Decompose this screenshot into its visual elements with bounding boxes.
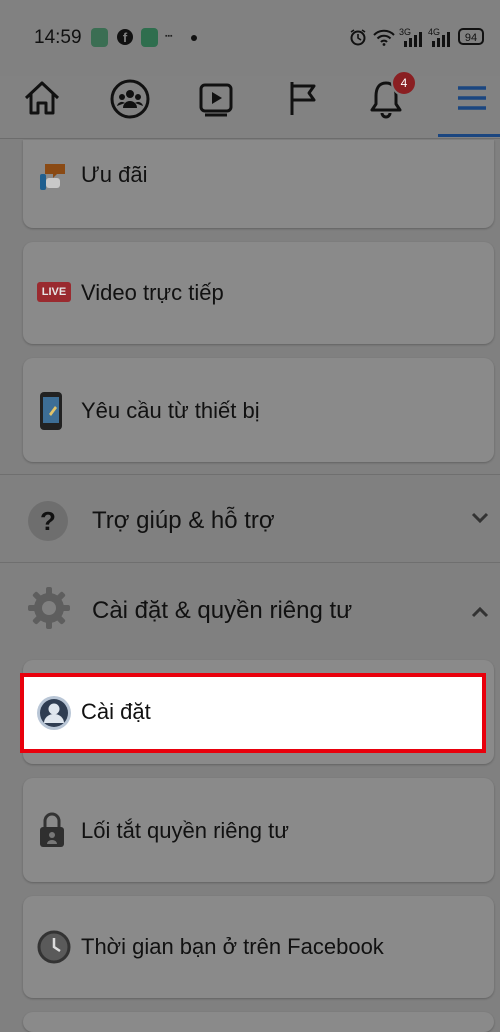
chevron-up-icon <box>470 605 490 624</box>
lock-icon <box>37 810 67 855</box>
nav-pages[interactable] <box>273 76 333 138</box>
nav-watch[interactable] <box>186 76 246 138</box>
nav-groups[interactable] <box>100 76 160 138</box>
next-item-partial <box>23 1012 494 1032</box>
profile-settings-icon <box>36 695 72 736</box>
alarm-icon <box>349 28 367 51</box>
signal-icon <box>403 31 423 52</box>
menu-item-offers[interactable]: Ưu đãi <box>23 140 494 228</box>
menu-item-device-requests[interactable]: Yêu cầu từ thiết bị <box>23 358 494 462</box>
battery-icon: 94 <box>458 28 484 45</box>
section-settings-privacy[interactable]: Cài đặt & quyền riêng tư <box>0 562 500 651</box>
pages-flag-icon <box>290 82 316 115</box>
signal-icon <box>431 31 451 52</box>
settings-item-label: Thời gian bạn ở trên Facebook <box>81 934 384 959</box>
settings-item-label: Cài đặt <box>81 699 151 724</box>
menu-item-label: Video trực tiếp <box>81 280 224 305</box>
app-icon <box>141 28 158 47</box>
status-bar: 14:59 f ▪▪▪ 3G 4G 94 <box>0 0 500 76</box>
menu-icon <box>458 86 486 110</box>
help-icon: ? <box>26 499 70 548</box>
settings-item-time-on-facebook[interactable]: Thời gian bạn ở trên Facebook <box>23 896 494 998</box>
notification-icon: ▪▪▪ <box>165 33 173 40</box>
groups-icon <box>110 79 150 119</box>
facebook-icon: f <box>117 29 133 45</box>
live-icon: LIVE <box>37 282 71 302</box>
device-request-icon <box>37 390 67 437</box>
chevron-down-icon <box>470 511 490 530</box>
clock-icon <box>37 930 71 969</box>
app-icon <box>91 28 108 47</box>
nav-home[interactable] <box>12 76 72 138</box>
status-time: 14:59 <box>34 27 82 48</box>
menu-item-label: Ưu đãi <box>81 162 148 187</box>
wifi-icon <box>373 29 395 51</box>
active-tab-indicator <box>438 134 500 137</box>
watch-icon <box>199 83 233 117</box>
menu-item-live-video[interactable]: LIVE Video trực tiếp <box>23 242 494 344</box>
more-notifications-icon <box>191 35 197 41</box>
home-icon <box>24 81 60 115</box>
settings-item-label: Lối tắt quyền riêng tư <box>81 818 289 843</box>
offers-icon <box>37 158 71 197</box>
menu-item-label: Yêu cầu từ thiết bị <box>81 398 260 423</box>
settings-item-privacy-shortcuts[interactable]: Lối tắt quyền riêng tư <box>23 778 494 882</box>
gear-icon <box>26 585 72 636</box>
top-navigation-bar <box>0 76 500 139</box>
section-label: Trợ giúp & hỗ trợ <box>92 507 275 534</box>
section-help-support[interactable]: ? Trợ giúp & hỗ trợ <box>0 474 500 563</box>
nav-menu[interactable] <box>442 76 500 138</box>
settings-item-settings[interactable]: Cài đặt <box>20 673 486 753</box>
notification-count-badge: 4 <box>391 70 417 96</box>
section-label: Cài đặt & quyền riêng tư <box>92 597 353 624</box>
svg-text:?: ? <box>40 506 56 536</box>
